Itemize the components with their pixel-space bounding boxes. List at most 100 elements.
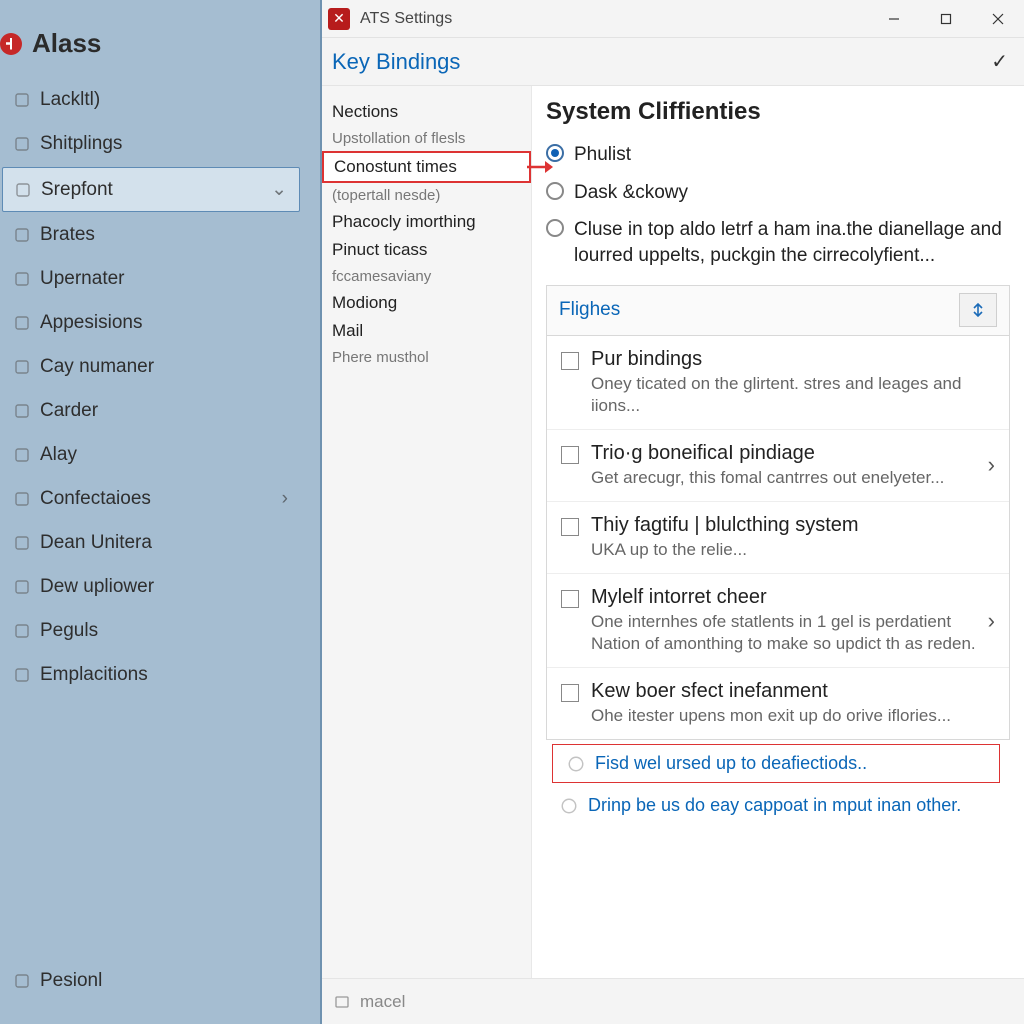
sidebar-item-5[interactable]: Appesisions [2, 302, 300, 344]
brand-logo-icon [0, 33, 22, 55]
sidebar-item-icon [14, 535, 30, 551]
subnav-item-6[interactable]: fccamesaviany [322, 264, 531, 289]
checkbox[interactable] [561, 446, 579, 464]
list-item-body: Mylelf intorret cheerOne internhes ofe s… [591, 586, 976, 655]
action-link-1[interactable]: Drinp be us do eay cappoat in mput inan … [546, 787, 1010, 824]
sidebar-bottom-item[interactable]: Pesionl [0, 958, 320, 1024]
brand-title: Alass [32, 28, 101, 59]
sidebar-item-icon [15, 182, 31, 198]
list-item-4[interactable]: Kew boer sfect inefanmentOhe itester upe… [547, 668, 1009, 739]
subnav-item-3[interactable]: (topertall nesde) [322, 183, 531, 208]
list-item-title: Trio·g boneificaI pindiage [591, 442, 976, 465]
list-item-title: Mylelf intorret cheer [591, 586, 976, 609]
chevron-right-icon[interactable]: › [988, 608, 995, 634]
link-icon [567, 755, 585, 773]
list-item-title: Thiy fagtifu | blulcthing system [591, 514, 995, 537]
list-item-title: Pur bindings [591, 348, 995, 371]
sidebar-item-icon [14, 623, 30, 639]
sidebar-bottom-label: Pesionl [40, 970, 102, 992]
settings-window: ✕ ATS Settings Key Bindings ✓ NectionsUp… [322, 0, 1024, 1024]
sidebar-item-icon [14, 92, 30, 108]
placeholder-icon [14, 973, 30, 989]
checkbox[interactable] [561, 590, 579, 608]
page-title: Key Bindings [332, 49, 460, 75]
list-item-body: Trio·g boneificaI pindiageGet arecugr, t… [591, 442, 976, 489]
chevron-right-icon: › [282, 488, 288, 510]
window-controls [868, 0, 1024, 38]
list-item-desc: One internhes ofe statlents in 1 gel is … [591, 611, 976, 655]
sidebar-item-icon [14, 667, 30, 683]
subnav-item-2[interactable]: Conostunt times [322, 151, 531, 183]
minimize-button[interactable] [868, 0, 920, 38]
radio-input[interactable] [546, 219, 564, 237]
checkbox[interactable] [561, 518, 579, 536]
sidebar-item-label: Confectaioes [40, 488, 151, 510]
radio-input[interactable] [546, 182, 564, 200]
sidebar-item-7[interactable]: Carder [2, 390, 300, 432]
sidebar-item-icon [14, 359, 30, 375]
sidebar-item-label: Upernater [40, 268, 125, 290]
sidebar-item-icon [14, 136, 30, 152]
sidebar-item-11[interactable]: Dew upliower [2, 566, 300, 608]
content-area: NectionsUpstollation of fleslsConostunt … [322, 86, 1024, 978]
sidebar-item-10[interactable]: Dean Unitera [2, 522, 300, 564]
subnav-item-9[interactable]: Phere musthol [322, 345, 531, 370]
checkbox[interactable] [561, 684, 579, 702]
radio-option-2[interactable]: Cluse in top aldo letrf a ham ina.the di… [546, 211, 1010, 274]
chevron-right-icon[interactable]: › [988, 452, 995, 478]
link-label: Drinp be us do eay cappoat in mput inan … [588, 795, 961, 816]
sidebar-item-label: Emplacitions [40, 664, 148, 686]
subnav-item-7[interactable]: Modiong [322, 289, 531, 317]
subnav-item-5[interactable]: Pinuct ticass [322, 236, 531, 264]
sidebar-item-label: Brates [40, 224, 95, 246]
sidebar-item-icon [14, 447, 30, 463]
sidebar-item-8[interactable]: Alay [2, 434, 300, 476]
subnav-item-4[interactable]: Phacocly imorthing [322, 208, 531, 236]
sidebar-item-6[interactable]: Cay numaner [2, 346, 300, 388]
status-icon [334, 994, 350, 1010]
list-header: Flighes [546, 285, 1010, 335]
maximize-button[interactable] [920, 0, 972, 38]
action-link-0[interactable]: Fisd wel ursed up to deafiectiods.. [552, 744, 1000, 783]
sidebar-item-12[interactable]: Peguls [2, 610, 300, 652]
radio-option-1[interactable]: Dask &ckowy [546, 174, 1010, 212]
list-item-3[interactable]: Mylelf intorret cheerOne internhes ofe s… [547, 574, 1009, 668]
link-label: Fisd wel ursed up to deafiectiods.. [595, 753, 867, 774]
radio-label: Cluse in top aldo letrf a ham ina.the di… [574, 217, 1010, 268]
link-icon [560, 797, 578, 815]
sidebar-item-label: Peguls [40, 620, 98, 642]
window-title: ATS Settings [360, 10, 452, 28]
radio-label: Dask &ckowy [574, 180, 688, 206]
sidebar-item-13[interactable]: Emplacitions [2, 654, 300, 696]
sidebar-item-3[interactable]: Brates [2, 214, 300, 256]
radio-label: Phulist [574, 142, 631, 168]
sidebar-nav-list: Lackltl)ShitplingsSrepfont⌄ Brates Upernat… [0, 79, 320, 696]
sidebar-item-4[interactable]: Upernater [2, 258, 300, 300]
collapse-icon [970, 302, 986, 318]
radio-option-0[interactable]: Phulist [546, 136, 1010, 174]
sidebar-item-label: Carder [40, 400, 98, 422]
list-item-body: Kew boer sfect inefanmentOhe itester upe… [591, 680, 995, 727]
brand: Alass [0, 18, 320, 79]
list-item-desc: Get arecugr, this fomal cantrres out ene… [591, 467, 976, 489]
page-header: Key Bindings ✓ [322, 38, 1024, 86]
statusbar: macel [322, 978, 1024, 1024]
checkbox[interactable] [561, 352, 579, 370]
list-item-0[interactable]: Pur bindingsOney ticated on the glirtent… [547, 336, 1009, 430]
confirm-button[interactable]: ✓ [991, 49, 1008, 74]
sidebar-item-0[interactable]: Lackltl) [2, 79, 300, 121]
list-item-desc: Ohe itester upens mon exit up do orive i… [591, 705, 995, 727]
list-item-1[interactable]: Trio·g boneificaI pindiageGet arecugr, t… [547, 430, 1009, 502]
sidebar-item-9[interactable]: Confectaioes › [2, 478, 300, 520]
sidebar-item-2[interactable]: Srepfont⌄ [2, 167, 300, 212]
sidebar-item-label: Appesisions [40, 312, 142, 334]
sidebar-item-1[interactable]: Shitplings [2, 123, 300, 165]
collapse-button[interactable] [959, 293, 997, 327]
subnav-item-8[interactable]: Mail [322, 317, 531, 345]
close-button[interactable] [972, 0, 1024, 38]
list-item-body: Pur bindingsOney ticated on the glirtent… [591, 348, 995, 417]
subnav-item-0[interactable]: Nections [322, 98, 531, 126]
section-title: System Cliffienties [546, 98, 1010, 126]
list-item-2[interactable]: Thiy fagtifu | blulcthing systemUKA up t… [547, 502, 1009, 574]
subnav-item-1[interactable]: Upstollation of flesls [322, 126, 531, 151]
